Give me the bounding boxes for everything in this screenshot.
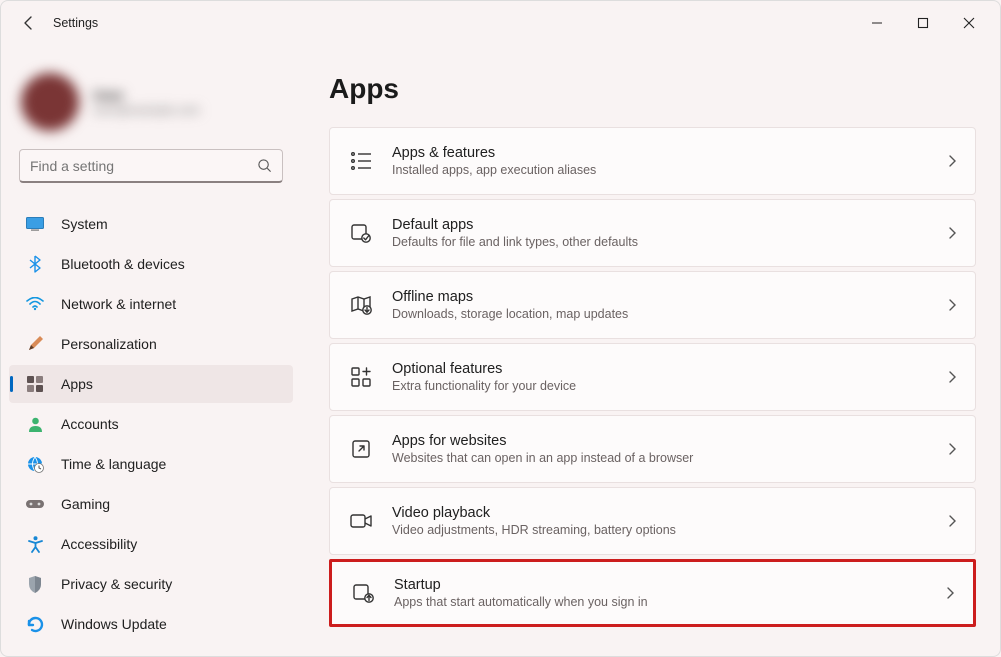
- sidebar-item-bluetooth[interactable]: Bluetooth & devices: [9, 245, 293, 283]
- globe-clock-icon: [25, 454, 45, 474]
- sidebar-item-label: System: [61, 216, 108, 232]
- card-title: Startup: [394, 577, 946, 593]
- card-subtitle: Websites that can open in an app instead…: [392, 451, 948, 465]
- sidebar-item-label: Bluetooth & devices: [61, 256, 185, 272]
- sidebar-item-accessibility[interactable]: Accessibility: [9, 525, 293, 563]
- card-title: Apps & features: [392, 145, 948, 161]
- titlebar: Settings: [1, 1, 1000, 45]
- card-startup[interactable]: Startup Apps that start automatically wh…: [329, 559, 976, 627]
- card-offline-maps[interactable]: Offline maps Downloads, storage location…: [329, 271, 976, 339]
- open-link-icon: [348, 436, 374, 462]
- avatar: [21, 73, 79, 131]
- card-apps-features[interactable]: Apps & features Installed apps, app exec…: [329, 127, 976, 195]
- card-subtitle: Downloads, storage location, map updates: [392, 307, 948, 321]
- sidebar-item-label: Gaming: [61, 496, 110, 512]
- user-profile[interactable]: User user@example.com: [9, 61, 293, 149]
- search-box[interactable]: [19, 149, 283, 183]
- display-icon: [25, 214, 45, 234]
- map-download-icon: [348, 292, 374, 318]
- startup-icon: [350, 580, 376, 606]
- chevron-right-icon: [948, 370, 957, 384]
- sidebar-item-label: Network & internet: [61, 296, 176, 312]
- sidebar-item-apps[interactable]: Apps: [9, 365, 293, 403]
- shield-icon: [25, 574, 45, 594]
- chevron-right-icon: [948, 514, 957, 528]
- card-subtitle: Video adjustments, HDR streaming, batter…: [392, 523, 948, 537]
- chevron-right-icon: [948, 154, 957, 168]
- card-apps-websites[interactable]: Apps for websites Websites that can open…: [329, 415, 976, 483]
- card-title: Apps for websites: [392, 433, 948, 449]
- sidebar-item-time[interactable]: Time & language: [9, 445, 293, 483]
- chevron-right-icon: [946, 586, 955, 600]
- wifi-icon: [25, 294, 45, 314]
- card-subtitle: Extra functionality for your device: [392, 379, 948, 393]
- window-controls: [854, 3, 992, 43]
- sidebar-item-label: Personalization: [61, 336, 157, 352]
- page-title: Apps: [329, 73, 976, 105]
- minimize-button[interactable]: [854, 3, 900, 43]
- sidebar-item-update[interactable]: Windows Update: [9, 605, 293, 643]
- default-apps-icon: [348, 220, 374, 246]
- maximize-button[interactable]: [900, 3, 946, 43]
- sidebar-item-system[interactable]: System: [9, 205, 293, 243]
- user-email: user@example.com: [93, 103, 200, 117]
- sidebar-item-privacy[interactable]: Privacy & security: [9, 565, 293, 603]
- card-subtitle: Defaults for file and link types, other …: [392, 235, 948, 249]
- sidebar-item-network[interactable]: Network & internet: [9, 285, 293, 323]
- sidebar-item-personalization[interactable]: Personalization: [9, 325, 293, 363]
- person-icon: [25, 414, 45, 434]
- chevron-right-icon: [948, 226, 957, 240]
- chevron-right-icon: [948, 442, 957, 456]
- app-title: Settings: [53, 16, 98, 30]
- sidebar-item-label: Windows Update: [61, 616, 167, 632]
- list-icon: [348, 148, 374, 174]
- apps-grid-icon: [25, 374, 45, 394]
- search-icon: [257, 158, 272, 173]
- card-default-apps[interactable]: Default apps Defaults for file and link …: [329, 199, 976, 267]
- user-name: User: [93, 87, 200, 103]
- card-title: Offline maps: [392, 289, 948, 305]
- main-panel: Apps Apps & features Installed apps, app…: [301, 45, 1000, 656]
- update-icon: [25, 614, 45, 634]
- card-title: Video playback: [392, 505, 948, 521]
- chevron-right-icon: [948, 298, 957, 312]
- bluetooth-icon: [25, 254, 45, 274]
- accessibility-icon: [25, 534, 45, 554]
- card-video-playback[interactable]: Video playback Video adjustments, HDR st…: [329, 487, 976, 555]
- sidebar-item-accounts[interactable]: Accounts: [9, 405, 293, 443]
- gamepad-icon: [25, 494, 45, 514]
- card-subtitle: Installed apps, app execution aliases: [392, 163, 948, 177]
- sidebar-item-label: Time & language: [61, 456, 166, 472]
- video-icon: [348, 508, 374, 534]
- sidebar-item-label: Apps: [61, 376, 93, 392]
- sidebar: User user@example.com System Bluetooth: [1, 45, 301, 656]
- sidebar-item-label: Privacy & security: [61, 576, 172, 592]
- sidebar-item-gaming[interactable]: Gaming: [9, 485, 293, 523]
- sidebar-item-label: Accessibility: [61, 536, 137, 552]
- card-subtitle: Apps that start automatically when you s…: [394, 595, 946, 609]
- card-optional-features[interactable]: Optional features Extra functionality fo…: [329, 343, 976, 411]
- add-grid-icon: [348, 364, 374, 390]
- card-title: Default apps: [392, 217, 948, 233]
- close-button[interactable]: [946, 3, 992, 43]
- search-input[interactable]: [30, 158, 257, 174]
- back-button[interactable]: [9, 3, 49, 43]
- paintbrush-icon: [25, 334, 45, 354]
- sidebar-item-label: Accounts: [61, 416, 119, 432]
- card-title: Optional features: [392, 361, 948, 377]
